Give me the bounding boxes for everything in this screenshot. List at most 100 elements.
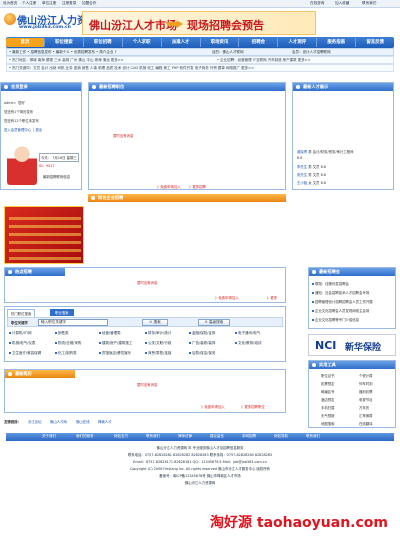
subnav-mid[interactable]: 目的：佛山人才联网 xyxy=(212,50,244,55)
subnav-right[interactable]: 会员：设计人才招聘联网 xyxy=(292,50,331,55)
footer-link-8[interactable]: 网站导航 xyxy=(274,434,288,439)
latest-resume-more-link[interactable]: 》更多招聘职位 xyxy=(241,404,265,409)
tool-5[interactable]: 邮编区号 xyxy=(321,389,335,394)
contact-link[interactable]: 联系我们 xyxy=(362,1,376,6)
tool-14[interactable]: 在线翻译 xyxy=(359,421,373,426)
partner-link-2[interactable]: 佛山人才网 xyxy=(50,419,67,424)
tool-9[interactable]: 手机归属 xyxy=(321,405,335,410)
job-fair-banner[interactable]: 佛山汾江人才市场 现场招聘会预告 xyxy=(82,11,316,35)
tab-hot-job-search[interactable]: 热门职位搜索 xyxy=(7,309,36,317)
advanced-search-button[interactable]: ⊙ 高级搜索 xyxy=(198,319,230,326)
tools-panel: 实用工具 职位证书 个税计算 机票预定 列车时刻 邮编区号 福利彩票 酒店预定 … xyxy=(308,360,396,428)
tool-12[interactable]: 汇率换算 xyxy=(359,413,373,418)
category-electronics[interactable]: 电子通讯/电气 xyxy=(235,331,260,336)
partner-link-4[interactable]: 禅城人才 xyxy=(98,419,112,424)
partner-link-1[interactable]: 汾江论坛 xyxy=(28,419,42,424)
footer-nav: 关于我们 我们的服务 网站支付 联系我们 律师法律 建议留言 本网招聘 网站导航… xyxy=(6,433,394,441)
talent-row-1[interactable]: 戚晓青 男 会计/财务/税务/审计工程师 xyxy=(297,149,353,154)
online-consult-link[interactable]: 在线咨询 xyxy=(310,1,324,6)
nav-feedback[interactable]: 留言反馈 xyxy=(356,38,394,47)
partner-link-3[interactable]: 佛山在线 xyxy=(76,419,90,424)
company-jobs[interactable]: • 企业招聘：经营管理 IT互联网 汽车制造 房产建筑 更多>> xyxy=(217,58,311,63)
footer-link-1[interactable]: 关于我们 xyxy=(42,434,56,439)
nav-personal[interactable]: 个人求职 xyxy=(123,38,162,47)
nav-dispatch[interactable]: 派遣人才 xyxy=(162,38,201,47)
news-item-2[interactable]: 通知：社会招聘技术人才招聘会专场 xyxy=(312,290,369,295)
subnav-links[interactable]: • 最新工作 • 招聘信息发布 • 最新个人 • 优秀招聘发布 • 简介企业 ↑ xyxy=(9,50,117,55)
tool-11[interactable]: 天气预报 xyxy=(321,413,335,418)
category-admin[interactable]: 公关/文职/行政 xyxy=(145,341,171,346)
category-advertising[interactable]: 广告/装修/装饰 xyxy=(189,341,215,346)
banner-right-text: 现场招聘会预告 xyxy=(187,19,264,32)
tool-3[interactable]: 机票预定 xyxy=(321,381,335,386)
tool-1[interactable]: 职位证书 xyxy=(321,373,335,378)
category-machinery[interactable]: 机械/电气/仪表 xyxy=(9,341,35,346)
category-banking[interactable]: 金融/保险/证券 xyxy=(189,331,215,336)
nav-home[interactable]: 首页 xyxy=(6,38,45,47)
login-link[interactable]: 注册登录 xyxy=(62,1,76,6)
nav-service[interactable]: 服务指南 xyxy=(317,38,357,47)
member-center-link[interactable]: 进入会员管理中心 │ 退出 xyxy=(4,127,42,132)
promo-banner[interactable] xyxy=(4,206,84,264)
latest-jobs-more-link[interactable]: 》更多招聘 xyxy=(189,184,206,189)
category-service[interactable]: 后勤/保洁/保安 xyxy=(189,351,215,356)
footer-link-5[interactable]: 律师法律 xyxy=(178,434,192,439)
category-education[interactable]: 文化/教育/培训 xyxy=(235,341,261,346)
footer-link-6[interactable]: 建议留言 xyxy=(210,434,224,439)
news-item-4[interactable]: 企业文化招聘会人员发现网络主会场 xyxy=(312,308,369,313)
footer-link-7[interactable]: 本网招聘 xyxy=(242,434,256,439)
nci-insurance-ad[interactable]: NCI 新华保险 xyxy=(308,334,396,356)
tool-7[interactable]: 酒店预定 xyxy=(321,397,335,402)
category-medical[interactable]: 卫生医疗/美容保健 xyxy=(9,351,41,356)
news-item-1[interactable]: 联翔：佳粮利发招聘会 xyxy=(312,281,349,286)
nav-job-fair[interactable]: 招聘会 xyxy=(239,38,279,47)
set-homepage-link[interactable]: 设为首页 xyxy=(3,1,17,6)
news-item-3[interactable]: 招聘管理设计招聘招聘会人员工作开展 xyxy=(312,299,373,304)
tool-10[interactable]: 万年历 xyxy=(359,405,369,410)
hot-jobs-apply-link[interactable]: 》免费申请加入 xyxy=(215,295,239,300)
tool-13[interactable]: 地图搜索 xyxy=(321,421,335,426)
nav-job-post[interactable]: 职位招聘 xyxy=(84,38,123,47)
company-register-link[interactable]: 单位注册 xyxy=(42,1,56,6)
category-construction[interactable]: 建筑/房产/建筑施工 xyxy=(99,341,132,346)
hot-keywords[interactable]: • 热门关键词：文员 会计 出纳 司机 业务 促销 销售 人事 助理 品质 技术… xyxy=(9,66,254,71)
latest-resume-panel: 最新简历 暂时没有消息 》免费申请加入 》更多招聘职位 xyxy=(4,369,286,413)
tool-8[interactable]: 电视节目 xyxy=(359,397,373,402)
footer-link-9[interactable]: 联系我们 xyxy=(306,434,320,439)
tool-2[interactable]: 个税计算 xyxy=(359,373,373,378)
category-sales[interactable]: 销售类 xyxy=(55,331,69,336)
personal-register-link[interactable]: 个人注册 xyxy=(22,1,36,6)
category-it[interactable]: 计算机/IT/网 xyxy=(9,331,32,336)
talent-row-2[interactable]: 李先生 男 文员 6.6 xyxy=(297,164,326,169)
keyword-input[interactable]: 输入职位关键字 xyxy=(38,319,108,326)
site-logo[interactable]: 佛山汾江人力资源网 www.job363.com.cn xyxy=(3,10,107,34)
footer-link-3[interactable]: 网站支付 xyxy=(114,434,128,439)
hot-keywords-row: • 热门关键词：文员 会计 出纳 司机 业务 促销 销售 人事 助理 品质 技术… xyxy=(6,64,394,72)
news-item-5[interactable]: 企业文化招聘等专门介绍信息 xyxy=(312,317,359,322)
tool-4[interactable]: 列车时刻 xyxy=(359,381,373,386)
member-panel-title: 会员登录 xyxy=(1,83,81,91)
category-retail[interactable]: 商贸/零售/连锁 xyxy=(145,351,171,356)
nav-job-search[interactable]: 职位搜索 xyxy=(45,38,84,47)
tab-career-search[interactable]: 职业搜索 xyxy=(50,309,74,316)
nav-assessment[interactable]: 人才测评 xyxy=(278,38,318,47)
site-header: 佛山汾江人力资源网 www.job363.com.cn 佛山汾江人才市场 现场招… xyxy=(0,8,400,37)
talent-row-4[interactable]: 王小姐 女 文员 6.6 xyxy=(297,180,326,185)
add-favorite-link[interactable]: 加入收藏 xyxy=(335,1,349,6)
category-chemical[interactable]: 化工/制药类 xyxy=(55,351,77,356)
footer-link-2[interactable]: 我们的服务 xyxy=(76,434,94,439)
hot-regions[interactable]: • 热门地区：禅城 南海 顺德 三水 高明 广州 佛山 中山 珠海 清远 更多>… xyxy=(9,58,124,63)
talent-row-3[interactable]: 张先生 男 文员 6.6 xyxy=(297,172,326,177)
category-management[interactable]: 经营/管理类 xyxy=(99,331,121,336)
latest-resume-apply-link[interactable]: 》免费申请加入 xyxy=(201,404,225,409)
search-button[interactable]: ⊙ 搜索 xyxy=(142,319,168,326)
category-hotel[interactable]: 宾馆饭店/餐饮娱乐 xyxy=(99,351,131,356)
hot-jobs-more-link[interactable]: 》更多 xyxy=(267,295,277,300)
category-logistics[interactable]: 物流/仓储/采购 xyxy=(55,341,81,346)
latest-jobs-apply-link[interactable]: 》免费申请加入 xyxy=(157,184,181,189)
tool-6[interactable]: 福利彩票 xyxy=(359,389,373,394)
join-link[interactable]: 加盟合作 xyxy=(82,1,96,6)
category-finance[interactable]: 财务/审计/统计 xyxy=(145,331,171,336)
nav-news[interactable]: 职场资讯 xyxy=(201,38,240,47)
footer-link-4[interactable]: 联系我们 xyxy=(146,434,160,439)
